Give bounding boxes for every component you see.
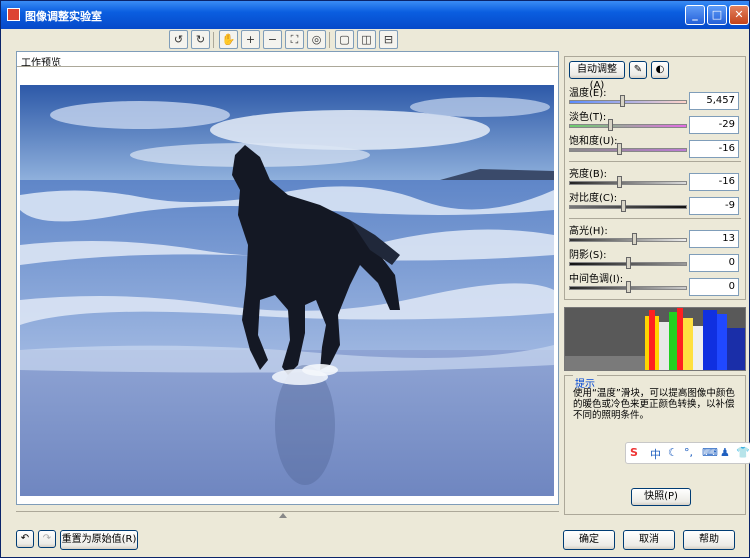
cancel-button[interactable]: 取消: [623, 530, 675, 550]
toolbar-divider: [329, 32, 330, 48]
midtones-value[interactable]: 0: [689, 278, 739, 296]
rotate-left-icon[interactable]: ↺: [169, 30, 188, 49]
tint-value[interactable]: -29: [689, 116, 739, 134]
preview-header-divider: [17, 66, 558, 67]
eyedropper-icon[interactable]: ✎: [629, 61, 647, 79]
image-adjustment-lab-dialog: 图像调整实验室 _ □ ✕ ↺ ↻ ✋ + − ⛶ ◎ ▢ ◫ ⊟ 工作预览 自…: [0, 0, 750, 558]
minimize-button[interactable]: _: [685, 5, 705, 25]
window-title: 图像调整实验室: [25, 10, 102, 23]
help-button[interactable]: 帮助: [683, 530, 735, 550]
contrast-value[interactable]: -9: [689, 197, 739, 215]
splitter-grip-icon[interactable]: [279, 513, 287, 518]
rotate-right-icon[interactable]: ↻: [191, 30, 210, 49]
horse-on-beach-image: [20, 85, 554, 496]
undo-icon[interactable]: ↶: [16, 530, 34, 548]
ime-toolbar[interactable]: S 中 ☾ °, ⌨ ♟ 👕: [625, 442, 750, 464]
midtones-slider[interactable]: [569, 281, 687, 293]
shadows-slider[interactable]: [569, 257, 687, 269]
histogram: [564, 307, 746, 371]
fit-to-window-icon[interactable]: ⛶: [285, 30, 304, 49]
tips-text: 使用“温度”滑块，可以提高图像中颜色的暖色或冷色来更正颜色转换，以补偿不同的照明…: [573, 388, 735, 421]
toolbar-divider: [213, 32, 214, 48]
shadows-label: 阴影(S):: [569, 250, 607, 261]
keyboard-icon[interactable]: ⌨: [702, 446, 718, 459]
saturation-value[interactable]: -16: [689, 140, 739, 158]
contrast-slider[interactable]: [569, 200, 687, 212]
preview-image[interactable]: [20, 85, 554, 496]
hand-icon[interactable]: ✋: [219, 30, 238, 49]
saturation-slider[interactable]: [569, 143, 687, 155]
auto-adjust-button[interactable]: 自动调整(A): [569, 61, 625, 91]
user-icon[interactable]: ♟: [720, 446, 730, 459]
zoom-in-icon[interactable]: +: [241, 30, 260, 49]
highlights-value[interactable]: 13: [689, 230, 739, 248]
split-horizontal-view-icon[interactable]: ⊟: [379, 30, 398, 49]
brightness-slider[interactable]: [569, 176, 687, 188]
brightness-value[interactable]: -16: [689, 173, 739, 191]
moon-icon[interactable]: ☾: [668, 446, 678, 459]
skin-icon[interactable]: 👕: [736, 446, 750, 459]
group-divider: [569, 161, 741, 162]
app-icon: [7, 8, 20, 21]
title-bar[interactable]: 图像调整实验室 _ □ ✕: [1, 1, 749, 29]
redo-icon[interactable]: ↷: [38, 530, 56, 548]
contrast-label: 对比度(C):: [569, 193, 618, 204]
snapshot-button[interactable]: 快照(P): [631, 488, 691, 506]
zoom-out-icon[interactable]: −: [263, 30, 282, 49]
slider-thumb[interactable]: [617, 176, 622, 188]
midtones-label: 中间色调(I):: [569, 274, 624, 285]
slider-thumb[interactable]: [608, 119, 613, 131]
split-vertical-view-icon[interactable]: ◫: [357, 30, 376, 49]
histogram-graph: [565, 308, 745, 370]
brightness-label: 亮度(B):: [569, 169, 608, 180]
actual-size-icon[interactable]: ◎: [307, 30, 326, 49]
reset-to-original-button[interactable]: 重置为原始值(R): [60, 530, 138, 550]
group-divider: [569, 218, 741, 219]
slider-thumb[interactable]: [626, 257, 631, 269]
close-button[interactable]: ✕: [729, 5, 749, 25]
shadows-value[interactable]: 0: [689, 254, 739, 272]
ok-button[interactable]: 确定: [563, 530, 615, 550]
highlights-label: 高光(H):: [569, 226, 608, 237]
tint-label: 淡色(T):: [569, 112, 607, 123]
temperature-value[interactable]: 5,457: [689, 92, 739, 110]
color-picker-icon[interactable]: ◐: [651, 61, 669, 79]
saturation-label: 饱和度(U):: [569, 136, 618, 147]
highlights-slider[interactable]: [569, 233, 687, 245]
single-view-icon[interactable]: ▢: [335, 30, 354, 49]
preview-splitter[interactable]: [16, 511, 559, 519]
slider-thumb[interactable]: [617, 143, 622, 155]
adjustment-controls-panel: 自动调整(A) ✎ ◐ 温度(E): 5,457 淡色(T): -29 饱和度(…: [564, 56, 746, 300]
temperature-slider[interactable]: [569, 95, 687, 107]
slider-thumb[interactable]: [626, 281, 631, 293]
slider-thumb[interactable]: [620, 95, 625, 107]
slider-thumb[interactable]: [632, 233, 637, 245]
maximize-button[interactable]: □: [707, 5, 727, 25]
tint-slider[interactable]: [569, 119, 687, 131]
punctuation-icon[interactable]: °,: [684, 446, 693, 459]
work-preview-panel: 工作预览: [16, 51, 559, 505]
temperature-label: 温度(E):: [569, 88, 607, 99]
sogou-logo-icon: S: [630, 446, 638, 459]
ime-chinese-mode[interactable]: 中: [650, 446, 661, 462]
slider-thumb[interactable]: [621, 200, 626, 212]
